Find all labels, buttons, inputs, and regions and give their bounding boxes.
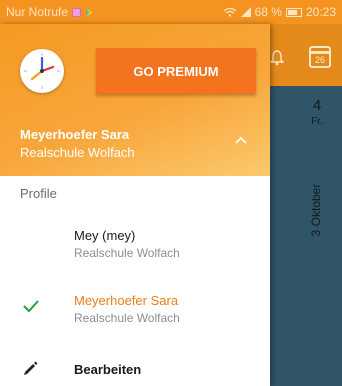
profile-section-label: Profile	[20, 186, 57, 201]
profile-name: Meyerhoefer Sara	[74, 293, 179, 308]
date-weekday: Fr.	[311, 116, 323, 127]
clock-logo-icon	[20, 49, 64, 93]
battery-percent: 68 %	[254, 5, 282, 19]
profile-item[interactable]: Mey (mey) Realschule Wolfach	[0, 222, 270, 278]
go-premium-button[interactable]: GO PREMIUM	[96, 48, 256, 94]
date-month-vertical: 3 Oktober	[309, 183, 323, 237]
calendar-day-number: 26	[314, 55, 325, 65]
date-day: 4	[312, 97, 322, 114]
profile-name: Mey (mey)	[74, 228, 136, 243]
battery-icon	[285, 7, 302, 17]
edit-profiles-item[interactable]: Bearbeiten	[0, 354, 270, 386]
edit-label: Bearbeiten	[74, 362, 142, 377]
status-left: Nur Notrufe	[6, 5, 94, 19]
drawer-header: GO PREMIUM Meyerhoefer Sara Realschule W…	[0, 24, 270, 176]
wifi-icon	[223, 7, 236, 17]
status-right: 68 % 20:23	[223, 5, 336, 19]
screen: 26 4 Fr. 3 Oktober Nur Notrufe 68 % 20:2…	[0, 0, 342, 386]
account-user-name[interactable]: Meyerhoefer Sara	[20, 127, 129, 142]
pencil-icon	[24, 361, 38, 375]
profile-school: Realschule Wolfach	[74, 246, 180, 260]
signal-icon	[240, 7, 251, 17]
navigation-drawer: GO PREMIUM Meyerhoefer Sara Realschule W…	[0, 24, 270, 386]
check-icon	[23, 300, 39, 313]
chevron-up-icon[interactable]	[234, 135, 248, 145]
status-bar: Nur Notrufe 68 % 20:23	[0, 0, 342, 24]
profile-item-selected[interactable]: Meyerhoefer Sara Realschule Wolfach	[0, 287, 270, 343]
status-carrier-text: Nur Notrufe	[6, 5, 69, 19]
status-time: 20:23	[305, 5, 336, 19]
bell-icon[interactable]	[270, 50, 284, 66]
calendar-icon[interactable]: 26	[309, 46, 331, 68]
account-user-school[interactable]: Realschule Wolfach	[20, 145, 135, 160]
profile-school: Realschule Wolfach	[74, 311, 180, 325]
play-store-icon	[86, 8, 94, 16]
sim-icon	[72, 7, 82, 17]
